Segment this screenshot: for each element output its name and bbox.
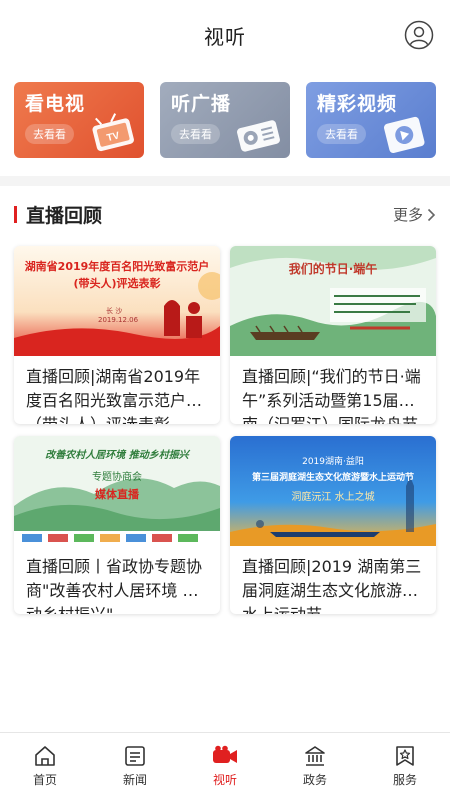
thumb-location: 长 沙 — [106, 307, 123, 315]
app-screen: 视听 看电视 去看看 TV 听广播 去看看 精彩视频 去看看 直播回顾 更多 湖… — [0, 0, 450, 800]
thumb-slogan: 洞庭沅江 水上之城 — [291, 492, 375, 503]
card-title: 直播回顾|2019 湖南第三届洞庭湖生态文化旅游暨水上运动节 — [242, 557, 422, 614]
feature-title: 看电视 — [25, 93, 86, 115]
nav-item-news[interactable]: 新闻 — [90, 733, 180, 800]
nav-label: 新闻 — [122, 773, 147, 787]
government-icon — [305, 746, 325, 766]
nav-label: 首页 — [32, 773, 57, 787]
section-header: 直播回顾 更多 — [0, 186, 450, 242]
go-see-button[interactable]: 去看看 — [25, 124, 74, 144]
featured-video-card[interactable]: 精彩视频 去看看 — [306, 82, 436, 158]
nav-label: 政务 — [302, 773, 327, 787]
replay-card[interactable]: 改善农村人居环境 推动乡村振兴 专题协商会 媒体直播 直播回顾丨省政协专题协商"… — [14, 436, 220, 614]
thumb-headline: 湖南省2019年度百名阳光致富示范户 — [24, 260, 210, 273]
replay-card[interactable]: 2019湖南·益阳 第三届洞庭湖生态文化旅游暨水上运动节 洞庭沅江 水上之城 直… — [230, 436, 436, 614]
live-replay-section: 直播回顾 更多 湖南省2019年度百名阳光致富示范户 (带头人)评选表彰 长 沙… — [0, 186, 450, 732]
video-icon — [213, 745, 237, 763]
service-icon — [396, 746, 414, 766]
play-video-icon — [383, 116, 425, 154]
card-thumbnail: 改善农村人居环境 推动乡村振兴 专题协商会 媒体直播 — [14, 436, 220, 546]
thumb-headline: 我们的节日·端午 — [288, 262, 378, 276]
radio-icon — [237, 120, 280, 152]
section-title: 直播回顾 — [26, 204, 103, 227]
thumb-subheadline: (带头人)评选表彰 — [73, 277, 161, 290]
nav-item-government[interactable]: 政务 — [270, 733, 360, 800]
page-title: 视听 — [204, 24, 246, 49]
card-title: 直播回顾丨省政协专题协商"改善农村人居环境 推动乡村振兴" — [26, 557, 203, 614]
watch-tv-card[interactable]: 看电视 去看看 TV — [14, 82, 144, 158]
card-thumbnail: 湖南省2019年度百名阳光致富示范户 (带头人)评选表彰 长 沙 2019.12… — [14, 246, 220, 356]
feature-title: 精彩视频 — [317, 93, 398, 115]
card-title: 直播回顾|湖南省2019年度百名阳光致富示范户（带头人）评选表彰 — [26, 367, 201, 424]
feature-title: 听广播 — [171, 93, 232, 115]
more-label: 更多 — [392, 206, 423, 224]
feature-entries: 看电视 去看看 TV 听广播 去看看 精彩视频 去看看 — [0, 70, 450, 176]
nav-label: 视听 — [212, 773, 237, 787]
replay-card[interactable]: 湖南省2019年度百名阳光致富示范户 (带头人)评选表彰 长 沙 2019.12… — [14, 246, 220, 424]
section-marker — [14, 206, 17, 223]
nav-item-video[interactable]: 视听 — [180, 733, 270, 800]
top-bar: 视听 — [0, 0, 450, 70]
nav-item-service[interactable]: 服务 — [360, 733, 450, 800]
go-see-button[interactable]: 去看看 — [317, 124, 366, 144]
thumb-headline: 改善农村人居环境 推动乡村振兴 — [45, 450, 189, 461]
listen-radio-card[interactable]: 听广播 去看看 — [160, 82, 290, 158]
thumb-headline: 2019湖南·益阳 — [302, 457, 364, 467]
thumb-badge: 媒体直播 — [95, 488, 139, 501]
card-thumbnail: 2019湖南·益阳 第三届洞庭湖生态文化旅游暨水上运动节 洞庭沅江 水上之城 — [230, 436, 436, 546]
home-icon — [35, 746, 55, 766]
news-icon — [125, 746, 145, 766]
replay-card[interactable]: 我们的节日·端午 直播回顾|“我们的节日·端午”系列活动暨第15届湖南（汨罗江）… — [230, 246, 436, 424]
go-see-button[interactable]: 去看看 — [171, 124, 220, 144]
more-link[interactable]: 更多 — [393, 204, 436, 225]
thumb-subheadline: 第三届洞庭湖生态文化旅游暨水上运动节 — [251, 473, 414, 483]
nav-label: 服务 — [392, 773, 417, 787]
bottom-nav: 首页 新闻 视听 政务 服务 — [0, 732, 450, 800]
card-thumbnail: 我们的节日·端午 — [230, 246, 436, 356]
thumb-date: 2019.12.06 — [98, 316, 139, 324]
tv-icon: TV — [92, 113, 134, 152]
thumb-subheadline: 专题协商会 — [92, 472, 142, 483]
card-title: 直播回顾|“我们的节日·端午”系列活动暨第15届湖南（汨罗江）国际龙舟节 — [242, 367, 421, 424]
nav-item-home[interactable]: 首页 — [0, 733, 90, 800]
chevron-right-icon — [427, 208, 436, 221]
user-avatar-icon[interactable] — [404, 20, 434, 50]
